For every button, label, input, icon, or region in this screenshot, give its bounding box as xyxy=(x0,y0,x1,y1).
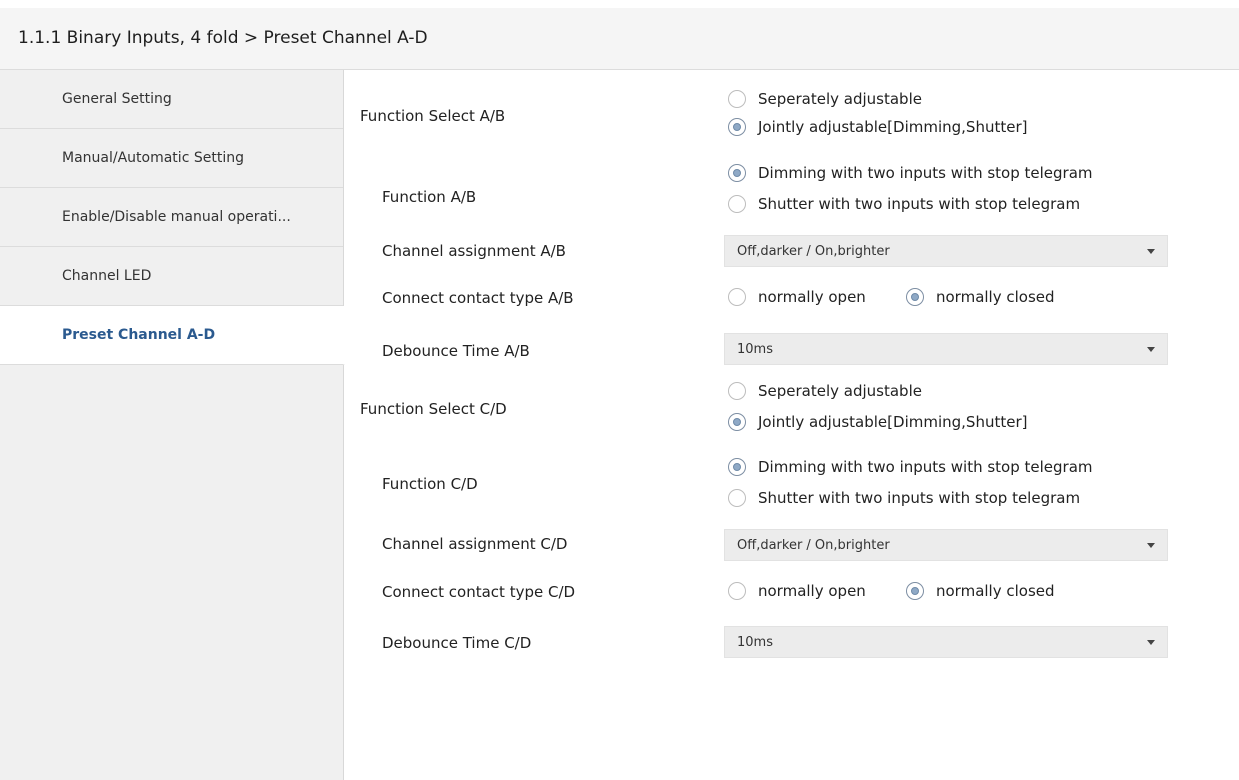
debounce-ab-label: Debounce Time A/B xyxy=(382,342,530,360)
chevron-down-icon xyxy=(1147,347,1155,352)
channel-assignment-ab-label: Channel assignment A/B xyxy=(382,242,566,260)
function-ab-option-dimming[interactable]: Dimming with two inputs with stop telegr… xyxy=(728,164,1093,182)
sidebar-item-enable-disable-manual[interactable]: Enable/Disable manual operati... xyxy=(0,188,343,247)
radio-checked-icon xyxy=(728,458,746,476)
contact-type-ab-option-open[interactable]: normally open xyxy=(728,288,866,306)
contact-type-cd-option-closed[interactable]: normally closed xyxy=(906,582,1055,600)
radio-checked-icon xyxy=(906,288,924,306)
radio-icon xyxy=(728,288,746,306)
function-select-ab-option-joint[interactable]: Jointly adjustable[Dimming,Shutter] xyxy=(728,118,1027,136)
function-cd-option-dimming[interactable]: Dimming with two inputs with stop telegr… xyxy=(728,458,1093,476)
sidebar-item-preset-channel-a-d[interactable]: Preset Channel A-D xyxy=(0,306,345,365)
debounce-ab-dropdown[interactable]: 10ms xyxy=(724,333,1168,365)
sidebar-item-channel-led[interactable]: Channel LED xyxy=(0,247,343,306)
function-cd-option-shutter[interactable]: Shutter with two inputs with stop telegr… xyxy=(728,489,1080,507)
radio-checked-icon xyxy=(728,413,746,431)
function-ab-label: Function A/B xyxy=(382,188,477,206)
sidebar-item-manual-automatic-setting[interactable]: Manual/Automatic Setting xyxy=(0,129,343,188)
sidebar-item-general-setting[interactable]: General Setting xyxy=(0,70,343,129)
function-cd-label: Function C/D xyxy=(382,475,478,493)
radio-icon xyxy=(728,489,746,507)
function-select-cd-label: Function Select C/D xyxy=(360,400,507,418)
breadcrumb-header: 1.1.1 Binary Inputs, 4 fold > Preset Cha… xyxy=(0,0,1239,70)
function-select-ab-option-separate[interactable]: Seperately adjustable xyxy=(728,90,922,108)
radio-checked-icon xyxy=(906,582,924,600)
radio-icon xyxy=(728,90,746,108)
debounce-cd-label: Debounce Time C/D xyxy=(382,634,532,652)
contact-type-cd-label: Connect contact type C/D xyxy=(382,583,576,601)
function-select-cd-option-separate[interactable]: Seperately adjustable xyxy=(728,382,922,400)
page-title: 1.1.1 Binary Inputs, 4 fold > Preset Cha… xyxy=(18,28,428,48)
radio-icon xyxy=(728,195,746,213)
function-select-cd-option-joint[interactable]: Jointly adjustable[Dimming,Shutter] xyxy=(728,413,1027,431)
radio-icon xyxy=(728,382,746,400)
chevron-down-icon xyxy=(1147,249,1155,254)
parameter-panel: Function Select A/B Seperately adjustabl… xyxy=(344,70,1239,780)
radio-icon xyxy=(728,582,746,600)
contact-type-ab-label: Connect contact type A/B xyxy=(382,289,574,307)
radio-checked-icon xyxy=(728,118,746,136)
channel-assignment-cd-dropdown[interactable]: Off,darker / On,brighter xyxy=(724,529,1168,561)
contact-type-cd-option-open[interactable]: normally open xyxy=(728,582,866,600)
chevron-down-icon xyxy=(1147,543,1155,548)
channel-assignment-ab-dropdown[interactable]: Off,darker / On,brighter xyxy=(724,235,1168,267)
channel-assignment-cd-label: Channel assignment C/D xyxy=(382,535,568,553)
radio-checked-icon xyxy=(728,164,746,182)
contact-type-ab-option-closed[interactable]: normally closed xyxy=(906,288,1055,306)
chevron-down-icon xyxy=(1147,640,1155,645)
sidebar: General Setting Manual/Automatic Setting… xyxy=(0,70,345,780)
function-ab-option-shutter[interactable]: Shutter with two inputs with stop telegr… xyxy=(728,195,1080,213)
debounce-cd-dropdown[interactable]: 10ms xyxy=(724,626,1168,658)
function-select-ab-label: Function Select A/B xyxy=(360,107,506,125)
